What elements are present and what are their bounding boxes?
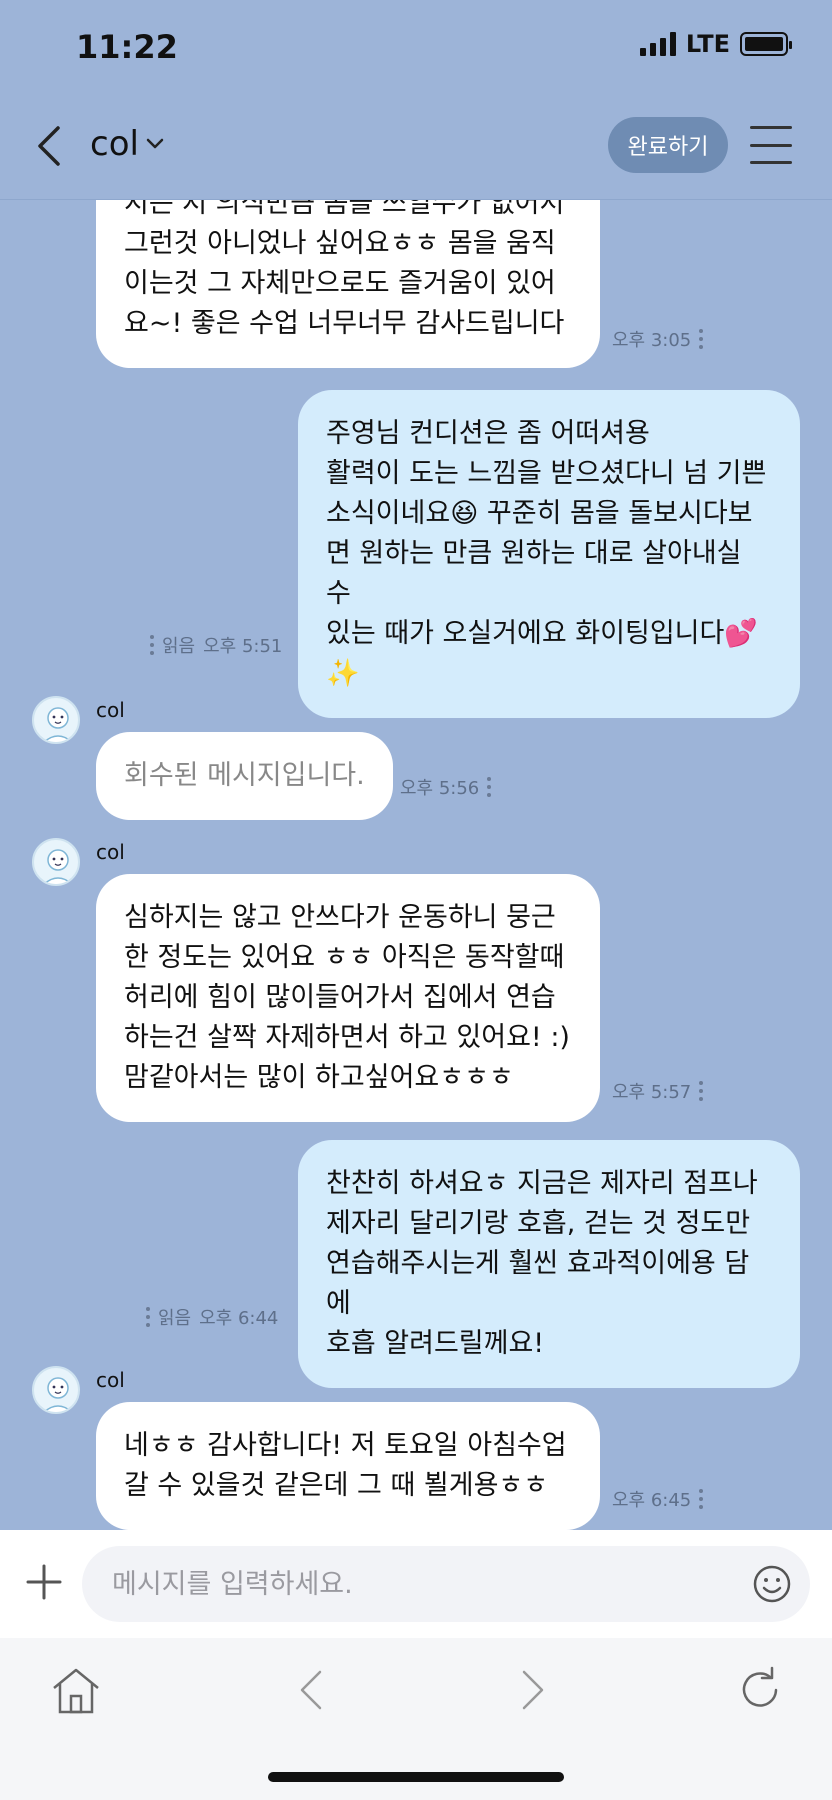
- incoming-message[interactable]: 심하지는 않고 안쓰다가 운동하니 뭉근 한 정도는 있어요 ㅎㅎ 아직은 동작…: [96, 874, 600, 1122]
- message-line: 있는 때가 오실거에요 화이팅입니다💕: [326, 618, 758, 649]
- message-line: 심하지는 않고 안쓰다가 운동하니 뭉근: [124, 902, 556, 933]
- message-time: 오후 3:05: [612, 330, 692, 351]
- more-options-icon[interactable]: [487, 777, 492, 797]
- retracted-message[interactable]: 회수된 메시지입니다.: [96, 732, 393, 820]
- network-label: LTE: [685, 30, 730, 58]
- incoming-message[interactable]: 지는 저 의식만큼 몸을 쓰일수가 없어서 그런것 아니었나 싶어요ㅎㅎ 몸을 …: [96, 200, 600, 368]
- message-time: 오후 6:44: [199, 1308, 279, 1329]
- profile-icon: [43, 707, 73, 742]
- message-line: 이는것 그 자체만으로도 즐거움이 있어: [124, 268, 556, 299]
- avatar[interactable]: [32, 838, 80, 886]
- profile-icon: [43, 1377, 73, 1412]
- browser-back-button[interactable]: [284, 1662, 340, 1718]
- message-meta: 오후 5:57: [612, 1078, 704, 1104]
- message-time: 오후 5:57: [612, 1082, 692, 1103]
- read-receipt: 읽음: [162, 636, 196, 657]
- chat-header: col 완료하기: [0, 92, 832, 200]
- menu-button[interactable]: [750, 122, 792, 168]
- refresh-icon: [742, 1666, 778, 1707]
- message-line: ✨: [326, 658, 360, 689]
- chevron-down-icon: [146, 138, 164, 149]
- back-button[interactable]: [30, 122, 70, 170]
- message-composer: [0, 1530, 832, 1638]
- message-line: 맘같아서는 많이 하고싶어요ㅎㅎㅎ: [124, 1062, 514, 1093]
- battery-icon: [740, 32, 792, 56]
- smiley-icon: [753, 1565, 791, 1603]
- chevron-left-icon: [38, 126, 60, 166]
- plus-icon: [26, 1564, 62, 1600]
- message-meta: 읽음 오후 6:44: [146, 1304, 278, 1330]
- message-line: 활력이 도는 느낌을 받으셨다니 넘 기쁜: [326, 458, 767, 489]
- emoji-button[interactable]: [752, 1564, 792, 1604]
- browser-forward-button[interactable]: [504, 1662, 560, 1718]
- chat-title: col: [90, 124, 139, 164]
- message-line: 허리에 힘이 많이들어가서 집에서 연습: [124, 982, 556, 1013]
- home-button[interactable]: [48, 1662, 104, 1718]
- message-line: 호흡 알려드릴께요!: [326, 1328, 545, 1359]
- sender-name: col: [96, 840, 125, 864]
- message-meta: 오후 3:05: [612, 326, 704, 352]
- message-line: 찬찬히 하셔요ㅎ 지금은 제자리 점프나: [326, 1168, 758, 1199]
- more-options-icon[interactable]: [699, 329, 704, 349]
- refresh-button[interactable]: [732, 1662, 788, 1718]
- message-line: 소식이네요😆 꾸준히 몸을 돌보시다보: [326, 498, 753, 529]
- message-line: 요~! 좋은 수업 너무너무 감사드립니다: [124, 308, 565, 339]
- home-indicator[interactable]: [268, 1772, 564, 1782]
- message-line: 하는건 살짝 자제하면서 하고 있어요! :): [124, 1022, 570, 1053]
- message-line: 연습해주시는게 훨씬 효과적이에용 담에: [326, 1248, 750, 1319]
- more-options-icon[interactable]: [150, 635, 154, 655]
- home-icon: [53, 1668, 99, 1714]
- message-line: 지는 저 의식만큼 몸을 쓰일수가 없어서: [124, 200, 565, 219]
- read-receipt: 읽음: [158, 1308, 192, 1329]
- attach-button[interactable]: [24, 1562, 64, 1602]
- chevron-left-icon: [300, 1670, 322, 1710]
- message-line: 갈 수 있을것 같은데 그 때 뵐게용ㅎㅎ: [124, 1470, 549, 1501]
- sender-name: col: [96, 1368, 125, 1392]
- message-line: 한 정도는 있어요 ㅎㅎ 아직은 동작할때: [124, 942, 565, 973]
- outgoing-message[interactable]: 찬찬히 하셔요ㅎ 지금은 제자리 점프나 제자리 달리기랑 호흡, 걷는 것 정…: [298, 1140, 800, 1388]
- message-time: 오후 6:45: [612, 1490, 692, 1511]
- message-line: 제자리 달리기랑 호흡, 걷는 것 정도만: [326, 1208, 751, 1239]
- message-line: 그런것 아니었나 싶어요ㅎㅎ 몸을 움직: [124, 228, 556, 259]
- profile-icon: [43, 849, 73, 884]
- sender-name: col: [96, 698, 125, 722]
- more-options-icon[interactable]: [699, 1489, 704, 1509]
- chat-area[interactable]: 지는 저 의식만큼 몸을 쓰일수가 없어서 그런것 아니었나 싶어요ㅎㅎ 몸을 …: [0, 200, 832, 1530]
- message-line: 회수된 메시지입니다.: [124, 760, 365, 791]
- chevron-right-icon: [522, 1670, 544, 1710]
- message-input[interactable]: [82, 1546, 810, 1622]
- message-line: 면 원하는 만큼 원하는 대로 살아내실 수: [326, 538, 742, 609]
- signal-icon: [639, 32, 676, 56]
- message-meta: 오후 6:45: [612, 1486, 704, 1512]
- message-line: 주영님 컨디션은 좀 어떠셔용: [326, 418, 650, 449]
- chat-title-button[interactable]: col: [90, 124, 165, 164]
- avatar[interactable]: [32, 696, 80, 744]
- status-indicators: LTE: [639, 30, 792, 58]
- message-line: 네ㅎㅎ 감사합니다! 저 토요일 아침수업: [124, 1430, 567, 1461]
- more-options-icon[interactable]: [699, 1081, 704, 1101]
- message-time: 오후 5:56: [400, 778, 480, 799]
- incoming-message[interactable]: 네ㅎㅎ 감사합니다! 저 토요일 아침수업 갈 수 있을것 같은데 그 때 뵐게…: [96, 1402, 600, 1530]
- status-time: 11:22: [76, 28, 178, 66]
- message-meta: 오후 5:56: [400, 774, 492, 800]
- avatar[interactable]: [32, 1366, 80, 1414]
- status-bar: 11:22 LTE: [0, 0, 832, 92]
- message-meta: 읽음 오후 5:51: [150, 632, 282, 658]
- outgoing-message[interactable]: 주영님 컨디션은 좀 어떠셔용 활력이 도는 느낌을 받으셨다니 넘 기쁜 소식…: [298, 390, 800, 718]
- more-options-icon[interactable]: [146, 1307, 150, 1327]
- message-time: 오후 5:51: [203, 636, 283, 657]
- hamburger-icon: [750, 126, 792, 129]
- done-button[interactable]: 완료하기: [608, 117, 728, 173]
